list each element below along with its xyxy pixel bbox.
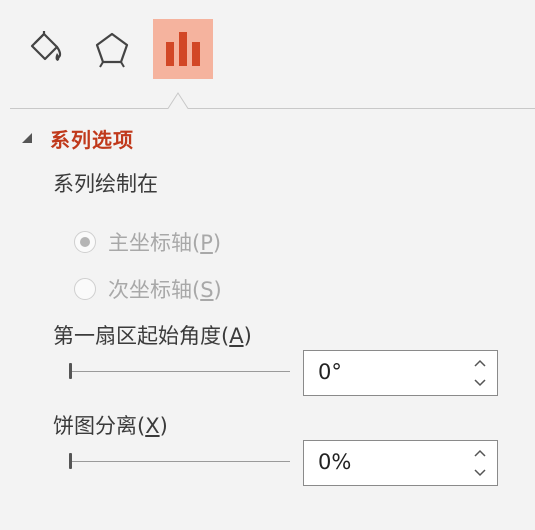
- tab-divider: [10, 92, 535, 109]
- slider-track: [70, 461, 290, 462]
- pie-explosion-label: 饼图分离(X): [53, 414, 168, 438]
- spin-up-icon[interactable]: [473, 356, 487, 370]
- spin-down-icon[interactable]: [473, 466, 487, 480]
- spin-up-icon[interactable]: [473, 446, 487, 460]
- spin-down-icon[interactable]: [473, 376, 487, 390]
- format-pane-tabs: [0, 0, 535, 110]
- plot-series-on-label: 系列绘制在: [53, 172, 158, 196]
- primary-axis-radio[interactable]: 主坐标轴(P): [74, 227, 221, 257]
- secondary-axis-label: 次坐标轴(S): [108, 278, 222, 302]
- slider-thumb[interactable]: [69, 363, 72, 379]
- pie-explosion-spinbox: [303, 440, 498, 486]
- section-title: 系列选项: [50, 127, 134, 152]
- secondary-axis-radio-button[interactable]: [74, 278, 96, 300]
- radio-selected-dot: [80, 237, 90, 247]
- series-options-section-toggle[interactable]: 系列选项: [22, 124, 134, 152]
- slider-track: [70, 371, 290, 372]
- first-slice-angle-input[interactable]: [318, 360, 458, 384]
- slider-thumb[interactable]: [69, 453, 72, 469]
- secondary-axis-radio[interactable]: 次坐标轴(S): [74, 274, 222, 304]
- first-slice-angle-spinbox: [303, 350, 498, 396]
- pie-explosion-input[interactable]: [318, 450, 458, 474]
- first-slice-angle-label: 第一扇区起始角度(A): [53, 324, 252, 348]
- pie-explosion-slider[interactable]: [68, 452, 290, 472]
- first-slice-angle-slider[interactable]: [68, 362, 290, 382]
- primary-axis-label: 主坐标轴(P): [108, 231, 222, 255]
- expand-triangle-icon: [22, 133, 32, 143]
- primary-axis-radio-button[interactable]: [74, 231, 96, 253]
